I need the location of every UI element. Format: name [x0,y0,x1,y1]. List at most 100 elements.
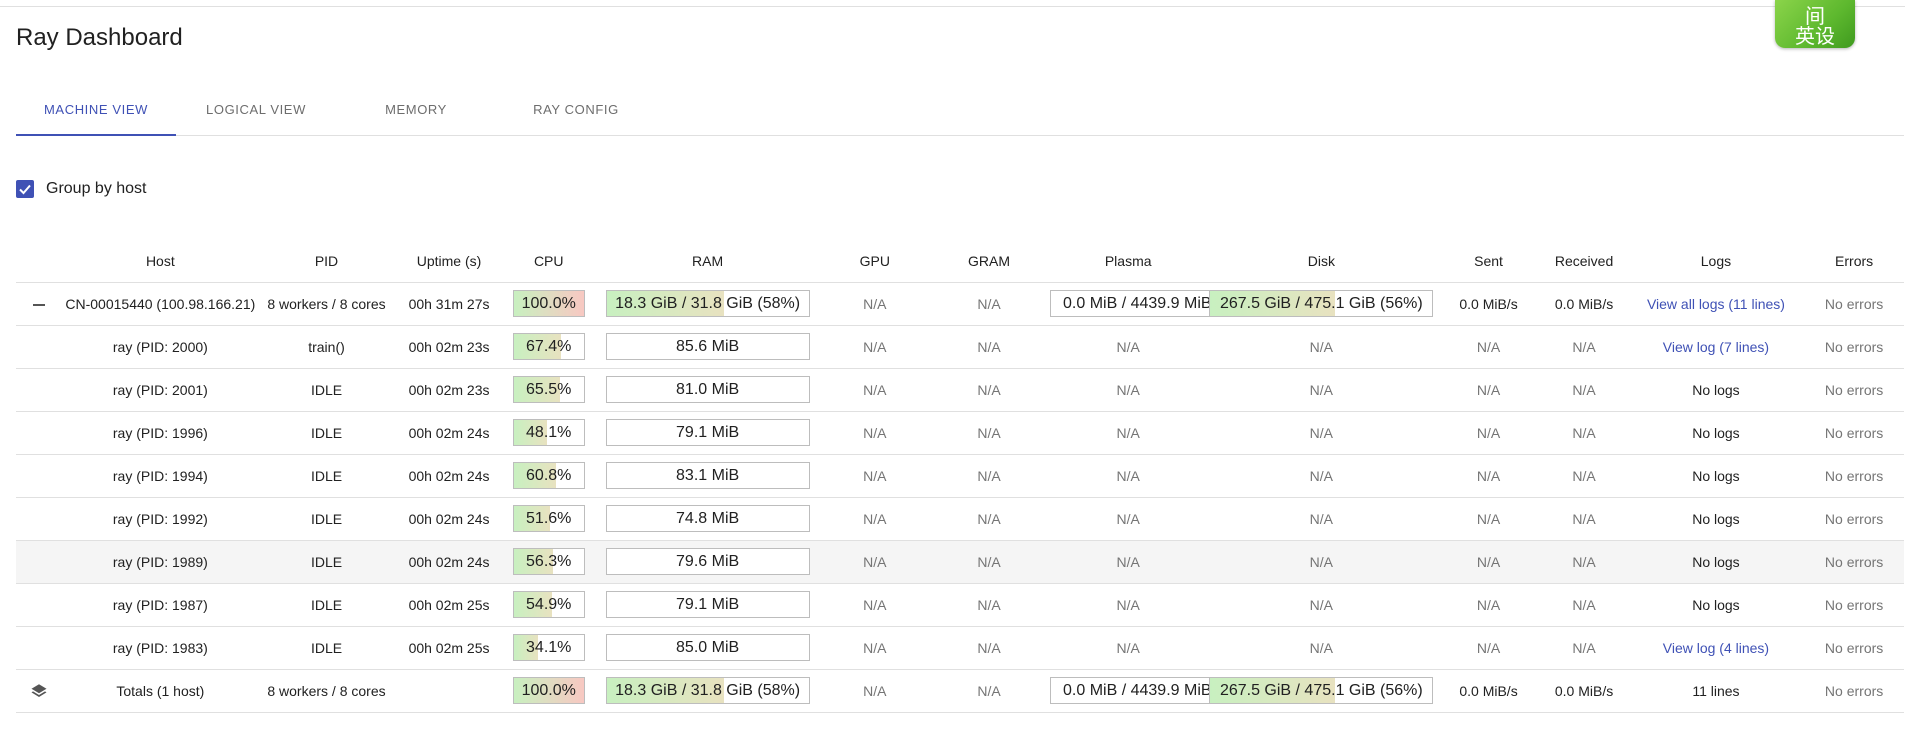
worker-errors: No errors [1804,583,1904,627]
worker-gram: N/A [927,454,1051,498]
table-header-row: Host PID Uptime (s) CPU RAM GPU GRAM Pla… [16,240,1904,283]
group-by-host-control: Group by host [16,178,147,200]
collapse-icon[interactable] [32,303,45,306]
worker-sent: N/A [1436,325,1541,369]
worker-disk: N/A [1206,626,1437,670]
worker-ram-value: 74.8 MiB [676,510,740,527]
host-ram-bar: 18.3 GiB / 31.8 GiB (58%) [605,290,810,317]
view-all-logs-link[interactable]: View all logs (11 lines) [1647,296,1785,312]
worker-disk: N/A [1206,540,1437,584]
worker-uptime: 00h 02m 23s [394,325,505,369]
worker-received: N/A [1540,583,1628,627]
worker-errors: No errors [1804,497,1904,541]
worker-errors: No errors [1804,325,1904,369]
worker-row: ray (PID: 1996) IDLE 00h 02m 24s 48.1% 79.1 … [16,411,1904,455]
host-plasma-bar: 0.0 MiB / 4439.9 MiB [1050,290,1225,317]
worker-received: N/A [1540,497,1628,541]
worker-plasma: N/A [1050,626,1207,670]
worker-ram-bar: 79.1 MiB [605,591,810,618]
worker-row: ray (PID: 2001) IDLE 00h 02m 23s 65.5% 81.0 … [16,368,1904,412]
worker-cpu-bar: 67.4% [512,333,585,360]
host-cpu-bar: 100.0% [512,290,585,317]
header-errors: Errors [1804,240,1904,283]
header-gram: GRAM [927,240,1051,283]
header-ram: RAM [593,240,822,283]
layers-icon [31,683,47,697]
worker-received: N/A [1540,368,1628,412]
worker-disk: N/A [1206,368,1437,412]
corner-logo-line-1: 间 [1805,4,1825,28]
host-errors: No errors [1804,282,1904,326]
worker-sent: N/A [1436,626,1541,670]
worker-received: N/A [1540,626,1628,670]
worker-sent: N/A [1436,583,1541,627]
worker-gpu: N/A [821,540,928,584]
worker-ram-value: 79.1 MiB [676,596,740,613]
totals-plasma-value: 0.0 MiB / 4439.9 MiB [1063,682,1212,699]
worker-cpu-value: 60.8% [526,467,572,484]
worker-task: IDLE [259,411,394,455]
totals-ram-value: 18.3 GiB / 31.8 GiB (58%) [615,682,801,699]
worker-plasma: N/A [1050,497,1207,541]
no-logs-text: No logs [1692,424,1740,441]
worker-disk: N/A [1206,454,1437,498]
worker-plasma: N/A [1050,454,1207,498]
worker-name: ray (PID: 1994) [61,454,259,498]
worker-task: train() [259,325,394,369]
no-logs-text: No logs [1692,596,1740,613]
tab-ray-config[interactable]: RAY CONFIG [496,92,656,136]
tab-memory[interactable]: MEMORY [336,92,496,136]
worker-cpu-value: 65.5% [526,381,572,398]
host-ram-value: 18.3 GiB / 31.8 GiB (58%) [615,295,801,312]
host-cpu-value: 100.0% [521,295,576,312]
worker-cpu-value: 34.1% [526,639,572,656]
header-cpu: CPU [504,240,594,283]
totals-uptime [394,669,505,713]
worker-uptime: 00h 02m 25s [394,583,505,627]
tab-logical-view[interactable]: LOGICAL VIEW [176,92,336,136]
worker-task: IDLE [259,540,394,584]
worker-disk: N/A [1206,583,1437,627]
group-by-host-label: Group by host [46,180,147,197]
host-gram: N/A [927,282,1051,326]
worker-row: ray (PID: 1987) IDLE 00h 02m 25s 54.9% 79.1 … [16,583,1904,627]
worker-task: IDLE [259,454,394,498]
worker-name: ray (PID: 1992) [61,497,259,541]
totals-gram: N/A [927,669,1051,713]
worker-gpu: N/A [821,626,928,670]
worker-ram-value: 85.0 MiB [676,639,740,656]
worker-name: ray (PID: 1989) [61,540,259,584]
host-received: 0.0 MiB/s [1540,282,1628,326]
worker-gram: N/A [927,325,1051,369]
worker-task: IDLE [259,368,394,412]
view-log-link[interactable]: View log (7 lines) [1663,339,1769,355]
worker-ram-bar: 74.8 MiB [605,505,810,532]
worker-uptime: 00h 02m 23s [394,368,505,412]
header-expand [16,240,62,283]
worker-ram-bar: 79.6 MiB [605,548,810,575]
top-divider [0,6,1905,7]
worker-uptime: 00h 02m 24s [394,411,505,455]
worker-received: N/A [1540,540,1628,584]
worker-cpu-bar: 51.6% [512,505,585,532]
totals-label: Totals (1 host) [61,669,259,713]
group-by-host-checkbox[interactable] [16,180,34,198]
worker-cpu-value: 54.9% [526,596,572,613]
tab-machine-view[interactable]: MACHINE VIEW [16,92,176,136]
worker-ram-bar: 85.6 MiB [605,333,810,360]
worker-sent: N/A [1436,540,1541,584]
worker-received: N/A [1540,411,1628,455]
worker-name: ray (PID: 1996) [61,411,259,455]
view-log-link[interactable]: View log (4 lines) [1663,640,1769,656]
page-title: Ray Dashboard [16,24,183,51]
worker-cpu-bar: 48.1% [512,419,585,446]
worker-errors: No errors [1804,454,1904,498]
no-logs-text: No logs [1692,381,1740,398]
worker-row: ray (PID: 1994) IDLE 00h 02m 24s 60.8% 83.1 … [16,454,1904,498]
host-gpu: N/A [821,282,928,326]
worker-received: N/A [1540,454,1628,498]
worker-uptime: 00h 02m 24s [394,497,505,541]
host-sent: 0.0 MiB/s [1436,282,1541,326]
worker-ram-bar: 85.0 MiB [605,634,810,661]
worker-ram-bar: 83.1 MiB [605,462,810,489]
